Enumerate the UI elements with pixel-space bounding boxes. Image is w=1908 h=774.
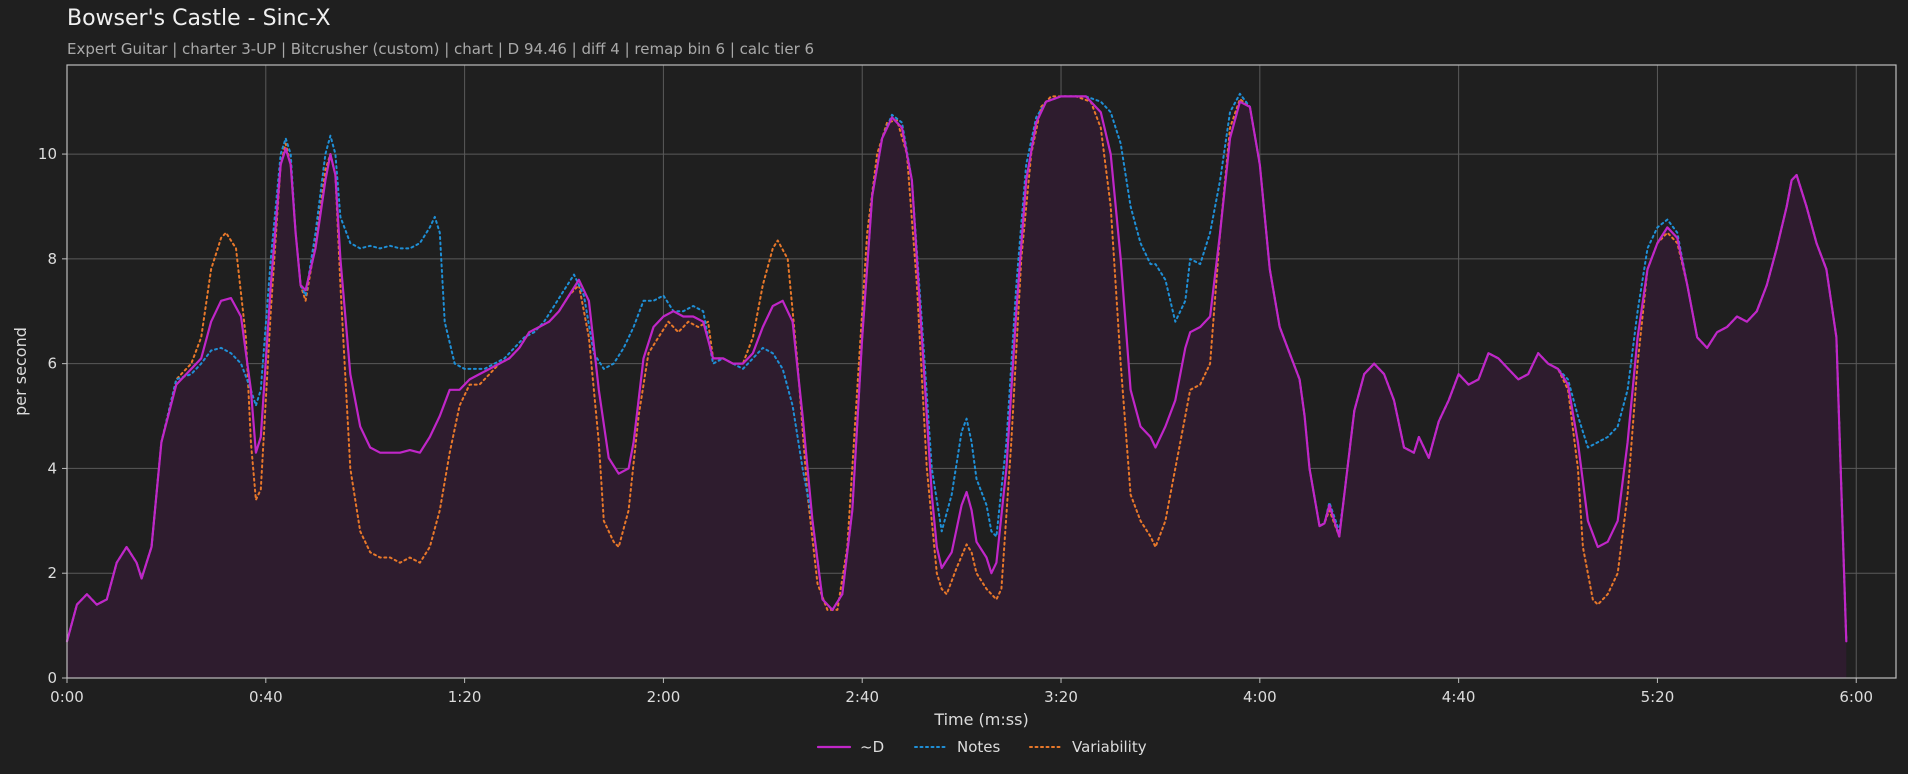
legend-label: ~D: [860, 738, 884, 756]
area-fill: [67, 96, 1847, 678]
x-tick-label: 1:20: [448, 688, 482, 706]
legend-label: Variability: [1072, 738, 1147, 756]
y-tick-label: 10: [38, 145, 57, 163]
chart-svg: 0:00 0:40 1:20 2:00 2:40 3:20 4:00 4:40 5:20 6:00…: [11, 64, 1897, 756]
x-tick-label: 0:00: [50, 688, 84, 706]
x-axis-ticks: 0:00 0:40 1:20 2:00 2:40 3:20 4:00 4:40 5:20 6:00: [50, 678, 1873, 706]
y-tick-label: 0: [47, 669, 57, 687]
x-tick-label: 0:40: [249, 688, 283, 706]
x-tick-label: 6:00: [1839, 688, 1873, 706]
y-tick-label: 2: [47, 564, 57, 582]
x-axis-label: Time (m:ss): [933, 710, 1028, 729]
y-axis-label: per second: [11, 327, 30, 416]
legend-label: Notes: [957, 738, 1001, 756]
y-tick-label: 4: [47, 459, 57, 477]
x-tick-label: 4:00: [1243, 688, 1277, 706]
x-tick-label: 4:40: [1442, 688, 1476, 706]
x-tick-label: 2:40: [845, 688, 879, 706]
legend: ~D Notes Variability: [816, 738, 1147, 756]
y-axis-ticks: 0 2 4 6 8 10: [38, 145, 67, 687]
x-tick-label: 5:20: [1641, 688, 1675, 706]
y-tick-label: 8: [47, 250, 57, 268]
y-tick-label: 6: [47, 355, 57, 373]
x-tick-label: 2:00: [647, 688, 681, 706]
x-tick-label: 3:20: [1044, 688, 1078, 706]
d-area-fill: [67, 96, 1847, 678]
